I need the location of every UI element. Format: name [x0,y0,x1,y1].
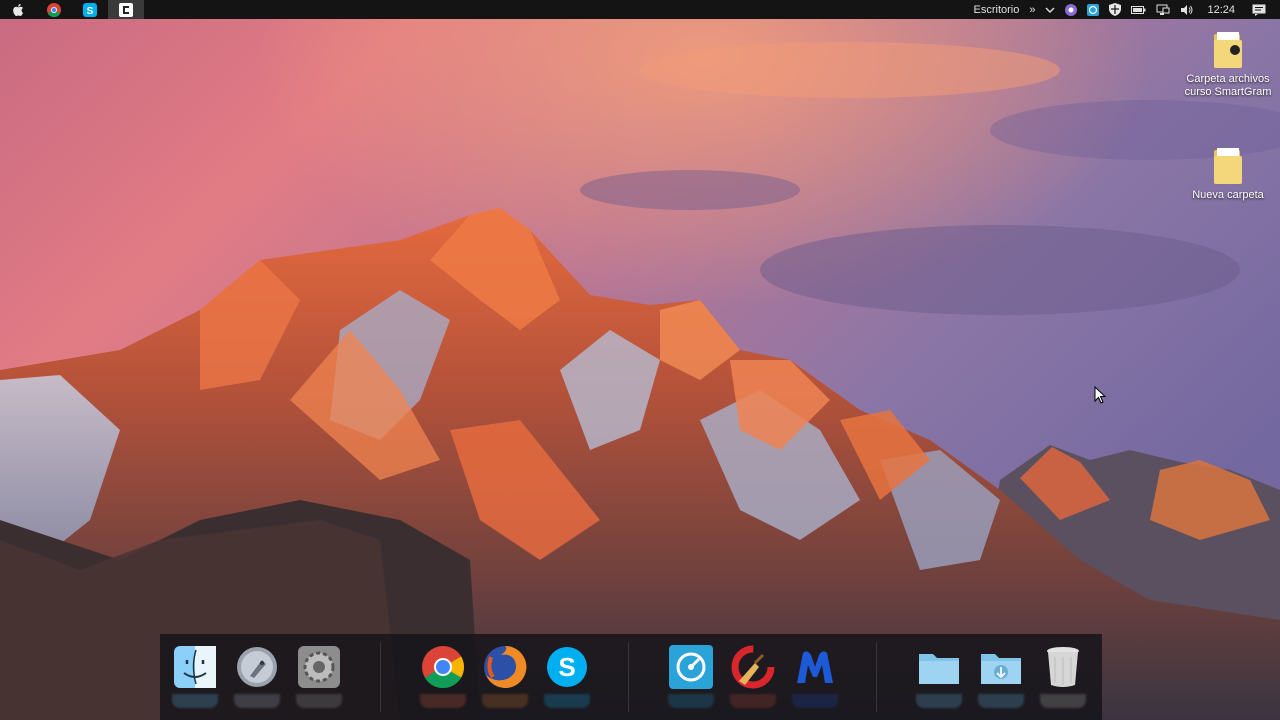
desktop-icon-label: Nueva carpeta [1192,189,1264,201]
desktop-icon-label: Carpeta archivos [1186,73,1270,85]
speed-test-icon[interactable] [668,644,714,690]
launchpad-icon[interactable] [234,644,280,690]
trash-icon[interactable] [1040,644,1086,690]
battery-icon[interactable] [1126,0,1151,19]
dock: S [160,634,1102,720]
shield-icon[interactable] [1104,0,1126,19]
skype-icon[interactable]: S [544,644,590,690]
mouse-cursor [1094,386,1106,404]
folder-icon [1214,148,1242,184]
desktop-folder-carpeta-archivos[interactable]: Carpeta archivos curso SmartGram [1178,30,1278,99]
skype-icon[interactable]: S [72,0,108,19]
svg-text:S: S [558,652,575,682]
desktop-icon-label: curso SmartGram [1184,86,1272,98]
apple-icon[interactable] [0,0,36,19]
folder-icon [1214,32,1242,68]
volume-icon[interactable] [1175,0,1199,19]
finder-icon[interactable] [172,644,218,690]
chrome-icon[interactable] [36,0,72,19]
desktop-wallpaper [0,0,1280,720]
svg-text:S: S [87,6,94,17]
chevron-down-icon[interactable] [1040,0,1060,19]
notifications-icon[interactable] [1247,0,1280,19]
top-taskbar: S Escritorio » 12:24 [0,0,1280,19]
ccleaner-icon[interactable] [730,644,776,690]
downloads-folder-icon[interactable] [978,644,1024,690]
malwarebytes-icon[interactable] [792,644,838,690]
camtasia-icon[interactable] [108,0,144,19]
network-icon[interactable] [1151,0,1175,19]
chrome-icon[interactable] [420,644,466,690]
desktop-toolbar-label[interactable]: Escritorio [969,0,1025,19]
tray-app-icon[interactable] [1060,0,1082,19]
clock[interactable]: 12:24 [1199,4,1247,16]
toolbar-overflow-icon[interactable]: » [1024,0,1040,19]
firefox-icon[interactable] [482,644,528,690]
tray-speed-icon[interactable] [1082,0,1104,19]
system-preferences-icon[interactable] [296,644,342,690]
folder-icon[interactable] [916,644,962,690]
desktop-folder-nueva-carpeta[interactable]: Nueva carpeta [1178,146,1278,202]
